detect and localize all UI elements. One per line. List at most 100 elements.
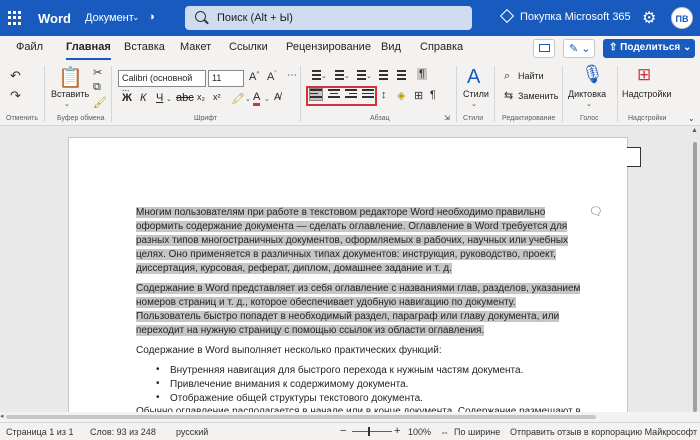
addins-label[interactable]: Надстройки — [622, 89, 671, 99]
replace-icon[interactable]: ⇆ — [504, 89, 513, 102]
clear-formatting-icon[interactable]: A̸ — [274, 92, 281, 103]
comments-button[interactable] — [533, 39, 555, 58]
chevron-down-icon[interactable]: ⌄ — [132, 12, 140, 23]
strikethrough-icon[interactable]: abc — [176, 92, 194, 104]
chevron-down-icon[interactable]: ⌄ — [344, 72, 350, 80]
scroll-thumb[interactable] — [6, 415, 596, 419]
list-item[interactable]: Внутренняя навигация для быстрого перехо… — [170, 364, 523, 378]
microphone-icon[interactable]: 🎙 — [581, 64, 604, 85]
tab-review[interactable]: Рецензирование — [286, 41, 371, 53]
zoom-level[interactable]: 100% — [408, 427, 431, 437]
decrease-indent-icon[interactable] — [376, 70, 388, 80]
line-spacing-icon[interactable]: ↕ — [381, 89, 387, 101]
dialog-launcher-icon[interactable]: ⇲ — [444, 114, 450, 122]
comment-icon[interactable]: 🗨 — [589, 205, 603, 218]
tab-references[interactable]: Ссылки — [229, 41, 268, 53]
gear-icon[interactable]: ⚙ — [642, 8, 656, 28]
copy-icon[interactable]: ⧉ — [93, 81, 101, 94]
paragraph-line[interactable]: Многим пользователям при работе в тексто… — [136, 206, 546, 220]
tab-insert[interactable]: Вставка — [124, 41, 165, 53]
tab-file[interactable]: Файл — [16, 41, 43, 53]
find-label[interactable]: Найти — [518, 71, 544, 81]
sync-status-icon[interactable]: ◑ — [148, 11, 155, 23]
paragraph-line[interactable]: Содержание в Word выполняет несколько пр… — [136, 344, 442, 358]
list-item[interactable]: Отображение общей структуры текстового д… — [170, 392, 423, 406]
font-size-select[interactable]: 11 — [208, 70, 244, 87]
numbering-icon[interactable] — [332, 70, 344, 80]
paragraph-line[interactable]: Пользователь быстро попадет в необходимы… — [136, 310, 560, 324]
chevron-down-icon[interactable]: ⌄ — [166, 95, 172, 103]
zoom-slider-thumb[interactable] — [368, 427, 370, 436]
bold-icon[interactable]: Ж — [122, 92, 132, 104]
feedback-link[interactable]: Отправить отзыв в корпорацию Майкрософт — [510, 427, 697, 437]
paragraph-line[interactable]: переходит на нужную страницу с помощью с… — [136, 324, 485, 338]
app-launcher-icon[interactable] — [8, 11, 22, 25]
chevron-left-icon[interactable]: ◂ — [0, 412, 4, 420]
chevron-down-icon[interactable]: ⌄ — [471, 100, 477, 108]
chevron-down-icon[interactable]: ⌄ — [64, 100, 70, 108]
dictate-label[interactable]: Диктовка — [568, 89, 606, 99]
chevron-down-icon[interactable]: ⌄ — [688, 114, 695, 123]
show-formatting-icon[interactable]: ¶ — [417, 68, 427, 80]
cut-icon[interactable]: ✂ — [93, 66, 102, 79]
language[interactable]: русский — [176, 427, 208, 437]
paste-label[interactable]: Вставить — [51, 89, 89, 99]
editing-mode-button[interactable]: ✎ ⌄ — [563, 39, 595, 58]
undo-icon[interactable]: ↶ — [10, 68, 21, 84]
font-name-select[interactable]: Calibri (основной ... — [118, 70, 206, 93]
zoom-out-icon[interactable]: − — [340, 425, 346, 437]
increase-indent-icon[interactable] — [394, 70, 406, 80]
paragraph-line[interactable]: целях. Оно применяется в различных типах… — [136, 248, 556, 262]
scroll-thumb[interactable] — [693, 142, 697, 412]
horizontal-scrollbar[interactable]: ◂ — [0, 412, 700, 422]
superscript-icon[interactable]: x² — [213, 92, 221, 102]
app-name[interactable]: Word — [38, 11, 71, 26]
share-button[interactable]: ⇧ Поделиться ⌄ — [603, 39, 695, 58]
find-icon[interactable]: ⌕ — [504, 70, 510, 83]
font-color-icon[interactable]: A — [253, 92, 261, 106]
zoom-slider[interactable] — [352, 431, 392, 432]
tab-view[interactable]: Вид — [381, 41, 401, 53]
more-font-icon[interactable]: ⋯ — [287, 70, 297, 81]
replace-label[interactable]: Заменить — [518, 91, 558, 101]
buy-microsoft365-link[interactable]: Покупка Microsoft 365 — [499, 8, 631, 24]
chevron-down-icon[interactable]: ⌄ — [321, 72, 327, 80]
paragraph-mark-icon[interactable]: ¶ — [430, 89, 436, 101]
underline-icon[interactable]: Ч — [156, 92, 163, 104]
chevron-down-icon[interactable]: ⌄ — [586, 100, 592, 108]
subscript-icon[interactable]: x₂ — [197, 92, 205, 102]
list-item[interactable]: Привлечение внимания к содержимому докум… — [170, 378, 408, 392]
paragraph-line[interactable]: диссертация, курсовая, реферат, диплом, … — [136, 262, 452, 276]
shrink-font-icon[interactable]: Aˇ — [267, 71, 276, 83]
paragraph-line[interactable]: Содержание в Word представляет из себя о… — [136, 282, 581, 296]
tab-home[interactable]: Главная — [66, 41, 111, 60]
page-count[interactable]: Страница 1 из 1 — [6, 427, 73, 437]
fit-width[interactable]: По ширине — [454, 427, 500, 437]
chevron-up-icon[interactable]: ▲ — [691, 127, 698, 134]
borders-icon[interactable]: ⊞ — [414, 89, 423, 102]
chevron-down-icon[interactable]: ⌄ — [245, 95, 251, 103]
avatar[interactable]: ПВ — [671, 7, 693, 29]
bullets-icon[interactable] — [309, 70, 321, 80]
format-painter-icon[interactable]: 🖌 — [93, 96, 107, 109]
redo-icon[interactable]: ↷ — [10, 88, 21, 104]
search-box[interactable]: Поиск (Alt + Ы) — [185, 6, 472, 30]
paragraph-line[interactable]: номеров страниц и т. д., которое обеспеч… — [136, 296, 516, 310]
highlight-icon[interactable]: 🖍 — [231, 92, 245, 105]
vertical-scrollbar[interactable]: ▲ — [690, 126, 700, 422]
paragraph-line[interactable]: оформить содержание документа — сделать … — [136, 220, 568, 234]
styles-button-label[interactable]: Стили — [463, 89, 489, 99]
chevron-down-icon[interactable]: ⌄ — [264, 95, 270, 103]
italic-icon[interactable]: К — [140, 92, 146, 104]
side-tab[interactable] — [627, 147, 641, 167]
styles-icon[interactable]: A — [467, 66, 480, 89]
tab-help[interactable]: Справка — [420, 41, 463, 53]
paragraph-line[interactable]: разных типов многостраничных документов,… — [136, 234, 569, 248]
paste-icon[interactable]: 📋 — [58, 65, 83, 90]
document-name[interactable]: Документ — [85, 12, 134, 24]
multilevel-list-icon[interactable] — [354, 70, 366, 80]
tab-layout[interactable]: Макет — [180, 41, 211, 53]
shading-icon[interactable]: ◈ — [397, 89, 405, 102]
addins-icon[interactable]: ⊞ — [637, 65, 651, 85]
zoom-in-icon[interactable]: + — [394, 425, 400, 437]
